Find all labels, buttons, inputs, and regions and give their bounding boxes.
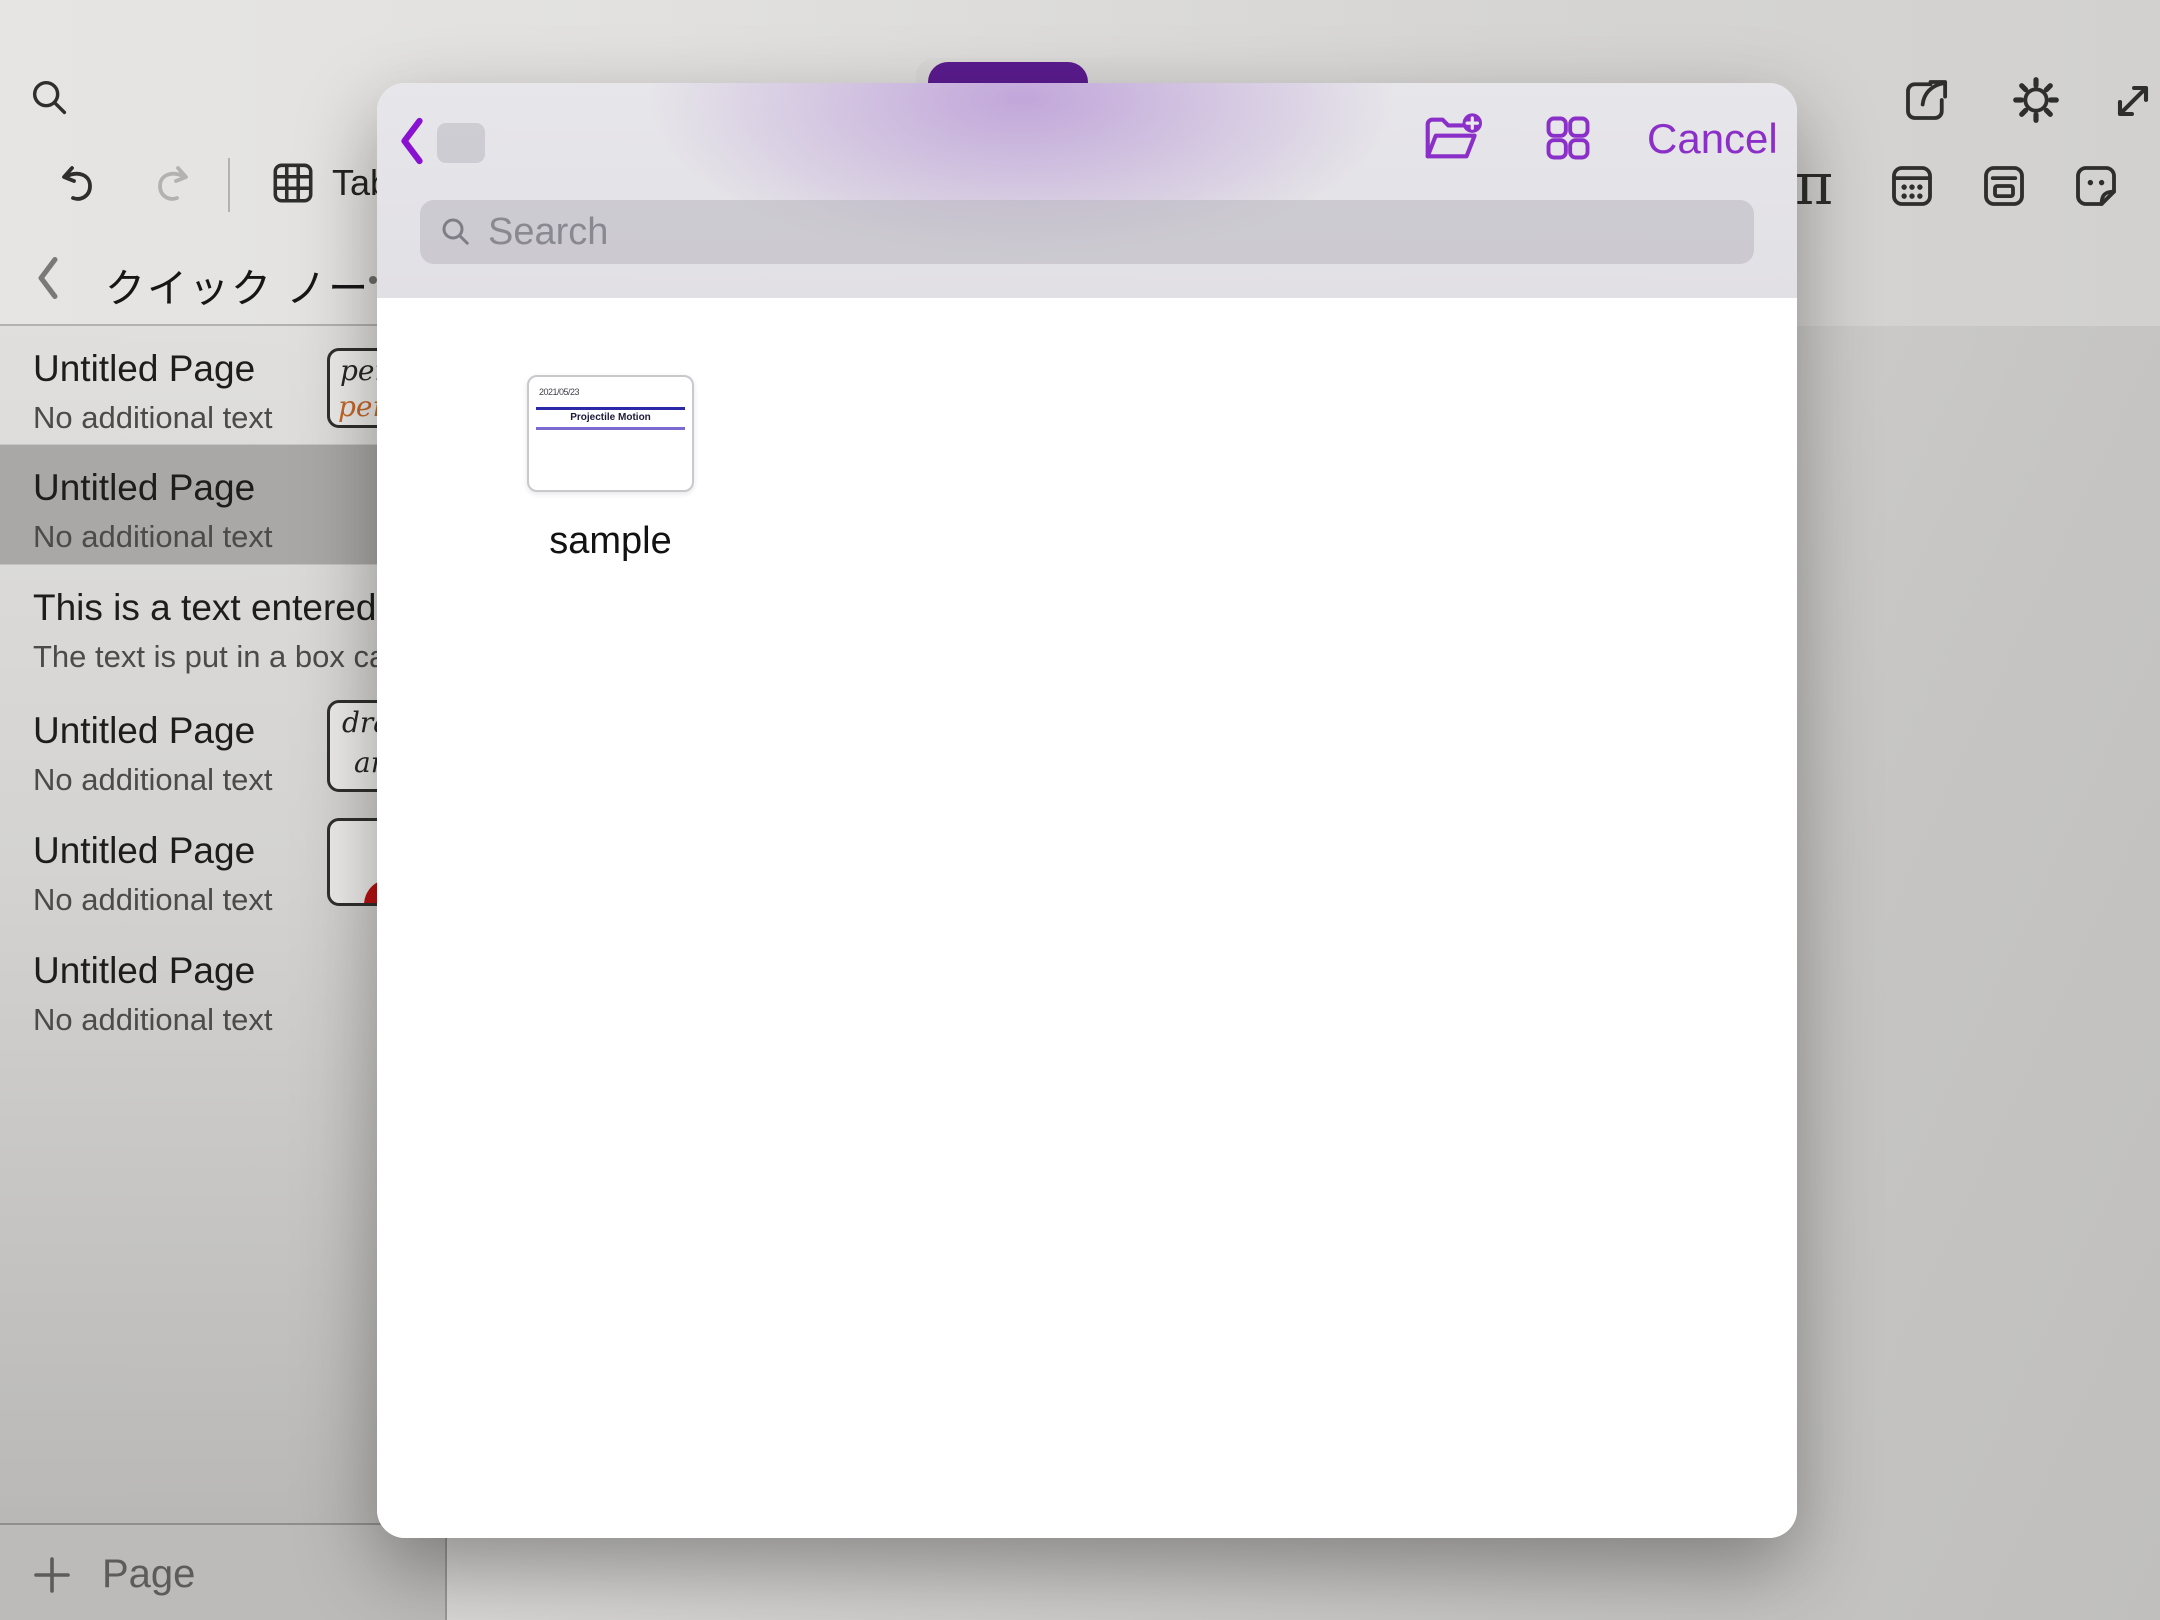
page-title: Untitled Page: [33, 348, 255, 390]
doc-heading: Projectile Motion: [529, 412, 692, 423]
flashcard-icon[interactable]: [1976, 158, 2032, 214]
file-item[interactable]: 2021/05/23 Projectile Motion sample: [527, 375, 694, 563]
table-icon: [268, 158, 318, 208]
search-icon: [438, 214, 474, 250]
dialog-content: 2021/05/23 Projectile Motion sample: [377, 298, 1797, 1538]
search-placeholder: Search: [488, 211, 608, 254]
page-title: Untitled Page: [33, 467, 255, 509]
folder-ghost-icon: [437, 123, 485, 163]
share-icon[interactable]: [1898, 72, 1954, 128]
page-subtitle: No additional text: [33, 882, 273, 918]
page-title: Untitled Page: [33, 710, 255, 752]
page-subtitle: No additional text: [33, 519, 273, 555]
page-subtitle: No additional text: [33, 400, 273, 436]
dialog-back-icon[interactable]: [391, 113, 433, 169]
expand-icon[interactable]: [2106, 74, 2160, 128]
plus-icon: [30, 1553, 74, 1597]
view-toggle-button[interactable]: [1539, 109, 1597, 167]
notebook-title: クイック ノート: [105, 256, 412, 314]
doc-date: 2021/05/23: [539, 387, 579, 397]
redo-icon: [146, 158, 198, 210]
toolbar-divider: [228, 158, 230, 212]
sticker-icon[interactable]: [2068, 158, 2124, 214]
cancel-button[interactable]: Cancel: [1647, 115, 1778, 163]
add-page-label: Page: [102, 1552, 195, 1597]
add-page-button[interactable]: Page: [30, 1552, 195, 1597]
file-name: sample: [527, 520, 694, 563]
page-title: This is a text entered in: [33, 587, 416, 629]
search-icon[interactable]: [26, 74, 74, 122]
dialog-header: Cancel Search: [377, 83, 1797, 298]
sidebar-back-icon[interactable]: [28, 252, 68, 304]
file-thumbnail: 2021/05/23 Projectile Motion: [527, 375, 694, 492]
page-subtitle: No additional text: [33, 1002, 273, 1038]
doc-rule-line: [536, 407, 685, 410]
file-picker-dialog: Cancel Search 2021/05/23 Projectile Moti…: [377, 83, 1797, 1538]
page-title: Untitled Page: [33, 950, 255, 992]
grid-view-icon: [1542, 112, 1594, 164]
new-folder-button[interactable]: [1419, 107, 1489, 169]
folder-plus-icon: [1422, 110, 1486, 166]
page-subtitle: No additional text: [33, 762, 273, 798]
search-input[interactable]: Search: [420, 200, 1754, 264]
undo-icon[interactable]: [52, 158, 104, 210]
gear-icon[interactable]: [2008, 72, 2064, 128]
more-menu-icon[interactable]: [369, 276, 377, 284]
pi-icon[interactable]: π: [1795, 150, 1833, 218]
screen: Table π: [0, 0, 2160, 1620]
page-subtitle: The text is put in a box called: [33, 639, 435, 675]
keypad-icon[interactable]: [1884, 158, 1940, 214]
page-title: Untitled Page: [33, 830, 255, 872]
doc-rule-line: [536, 427, 685, 430]
